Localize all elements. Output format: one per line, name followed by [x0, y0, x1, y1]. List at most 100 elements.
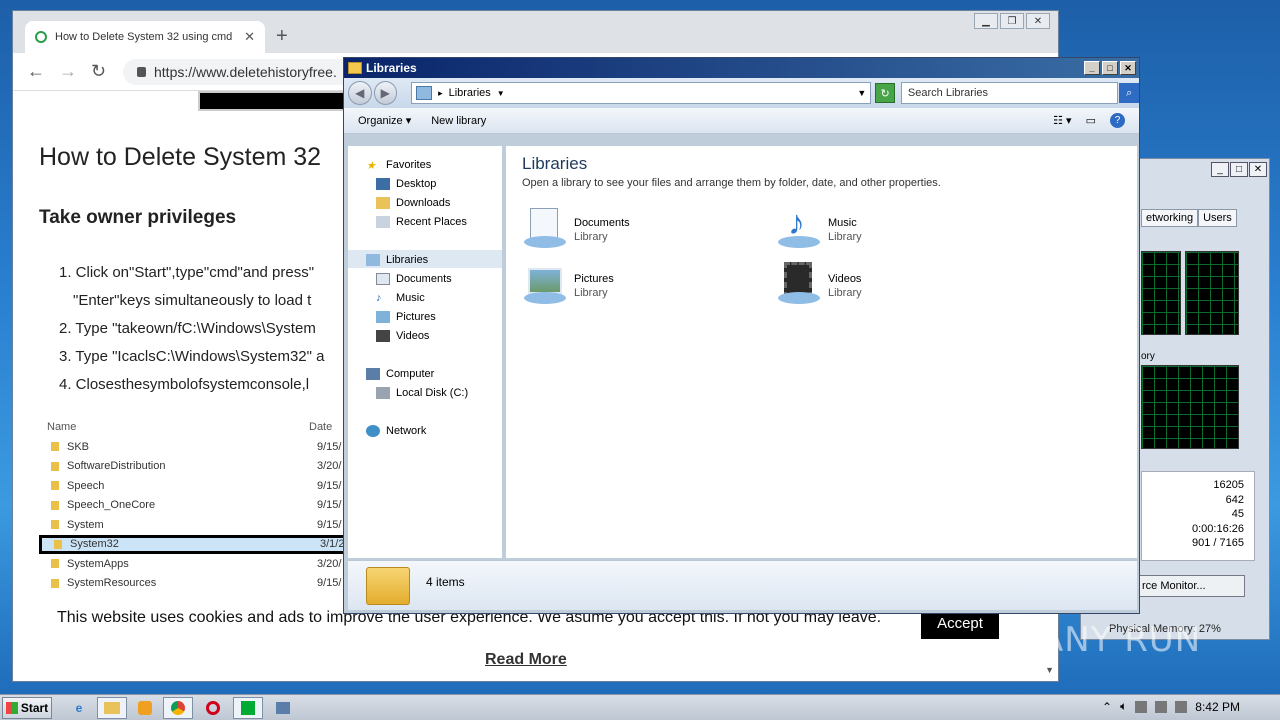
minimize-button[interactable]: ▁ — [974, 13, 998, 29]
libraries-icon — [348, 62, 362, 74]
nav-item-recent-places[interactable]: Recent Places — [376, 213, 467, 231]
close-button[interactable]: ✕ — [1026, 13, 1050, 29]
stat-value: 45 — [1231, 508, 1244, 520]
start-button[interactable]: Start — [2, 697, 52, 719]
address-bar[interactable]: ▸ Libraries ▼ ▼ — [411, 82, 872, 104]
opera-icon[interactable] — [198, 697, 228, 719]
restore-button[interactable]: ❐ — [1000, 13, 1024, 29]
nav-item-desktop[interactable]: Desktop — [376, 175, 436, 193]
system-tray: ⌃ 🔈︎ 8:42 PM — [1102, 699, 1240, 714]
nav-item-music[interactable]: ♪ Music — [376, 289, 425, 307]
refresh-icon[interactable]: ↻ — [875, 83, 895, 103]
nav-item-documents[interactable]: Documents — [376, 270, 452, 288]
folder-icon — [51, 461, 59, 471]
stat-value: 0:00:16:26 — [1192, 522, 1244, 535]
steps-list: 1. Click on"Start",type"cmd"and press" "… — [59, 259, 324, 399]
lock-icon — [137, 67, 146, 77]
help-icon[interactable]: ? — [1110, 113, 1125, 128]
row-name: SystemResources — [67, 577, 157, 590]
pictures-library-icon — [522, 262, 568, 306]
maximize-button[interactable]: □ — [1230, 162, 1248, 177]
system-stats: 16205 642 45 0:00:16:26 901 / 7165 — [1141, 471, 1255, 561]
volume-icon[interactable]: 🔈︎ — [1120, 699, 1127, 714]
library-item-videos[interactable]: Videos Library — [776, 262, 862, 306]
start-label: Start — [20, 701, 49, 715]
action-center-icon[interactable] — [1155, 700, 1168, 713]
network-status-icon[interactable] — [1135, 700, 1148, 713]
tab-networking[interactable]: etworking — [1141, 209, 1199, 227]
close-tab-icon[interactable]: ✕ — [244, 29, 255, 45]
media-player-icon[interactable] — [130, 697, 160, 719]
library-item-pictures[interactable]: Pictures Library — [522, 262, 614, 306]
embedded-screenshot: Name Date SKB 9/15/ SoftwareDistribution 3… — [39, 421, 359, 591]
breadcrumb[interactable]: Libraries — [449, 87, 491, 99]
row-date: 3/20/ — [317, 557, 342, 570]
nav-item-favorites[interactable]: ★ Favorites — [366, 156, 431, 174]
explorer-taskbar-icon[interactable] — [97, 697, 127, 719]
minimize-button[interactable]: _ — [1211, 162, 1229, 177]
row-date: 9/15/ — [317, 479, 342, 492]
tab-users[interactable]: Users — [1198, 209, 1237, 227]
ie-icon[interactable]: e — [64, 697, 94, 719]
library-name: Videos — [828, 273, 862, 285]
memory-history-label: ory — [1141, 351, 1155, 362]
table-row: Speech_OneCore 9/15/ — [39, 496, 359, 516]
libraries-icon — [366, 254, 380, 266]
cpu-graph — [1141, 251, 1181, 335]
close-button[interactable]: ✕ — [1120, 61, 1136, 75]
library-name: Music — [828, 217, 857, 229]
library-item-documents[interactable]: Documents Library — [522, 206, 630, 250]
resource-monitor-button[interactable]: rce Monitor... — [1139, 575, 1245, 597]
chrome-icon[interactable] — [163, 697, 193, 719]
clock[interactable]: 8:42 PM — [1195, 700, 1240, 714]
table-row: SKB 9/15/ — [39, 437, 359, 457]
windows-logo-icon — [5, 702, 18, 714]
nav-item-downloads[interactable]: Downloads — [376, 194, 450, 212]
new-library-button[interactable]: New library — [431, 115, 486, 127]
show-hidden-icons-icon[interactable]: ⌃ — [1102, 700, 1112, 714]
network-taskbar-icon[interactable] — [268, 697, 298, 719]
row-date: 9/15/ — [317, 440, 342, 453]
scroll-down-icon[interactable]: ▼ — [1045, 665, 1054, 675]
reload-icon[interactable]: ↻ — [91, 61, 106, 82]
nav-item-libraries[interactable]: Libraries — [366, 251, 428, 269]
library-item-music[interactable]: ♪ Music Library — [776, 206, 862, 250]
nav-label: Libraries — [386, 254, 429, 266]
new-tab-icon[interactable]: + — [276, 25, 288, 48]
pictures-icon — [376, 311, 390, 323]
minimize-button[interactable]: _ — [1084, 61, 1100, 75]
organize-menu[interactable]: Organize ▾ — [358, 114, 411, 127]
read-more-link[interactable]: Read More — [485, 651, 567, 669]
search-icon[interactable]: ⌕ — [1119, 83, 1139, 103]
step-item: 3. Type "IcaclsC:\Windows\System32" a — [59, 348, 325, 365]
change-view-icon[interactable]: ☷ ▾ — [1053, 114, 1071, 127]
folder-icon — [366, 567, 410, 605]
search-input[interactable]: Search Libraries — [900, 82, 1119, 104]
row-name: System32 — [70, 538, 119, 551]
nav-label: Documents — [396, 273, 452, 285]
preview-pane-icon[interactable]: ▭ — [1086, 114, 1096, 127]
breadcrumb-dropdown-icon[interactable]: ▼ — [497, 89, 505, 98]
row-date: 9/15/ — [317, 499, 342, 512]
back-icon[interactable]: ◀ — [348, 81, 372, 105]
page-image-strip — [198, 91, 358, 111]
flag-icon[interactable] — [1175, 700, 1188, 713]
library-kind: Library — [828, 231, 862, 243]
table-row: Speech 9/15/ — [39, 476, 359, 496]
libraries-window: Libraries _ □ ✕ ◀ ▶ ▸ Libraries ▼ ▼ ↻ Se… — [343, 57, 1140, 614]
address-history-icon[interactable]: ▼ — [857, 88, 870, 98]
back-icon[interactable]: ← — [27, 61, 45, 82]
nav-item-videos[interactable]: Videos — [376, 327, 429, 345]
nav-item-network[interactable]: Network — [366, 422, 426, 440]
breadcrumb-sep-icon[interactable]: ▸ — [438, 88, 443, 99]
browser-tab[interactable]: How to Delete System 32 using cmd ✕ — [25, 21, 265, 53]
forward-icon[interactable]: → — [59, 61, 77, 82]
close-button[interactable]: ✕ — [1249, 162, 1267, 177]
videos-library-icon — [776, 262, 822, 306]
nav-item-pictures[interactable]: Pictures — [376, 308, 436, 326]
nav-item-computer[interactable]: Computer — [366, 365, 434, 383]
nav-item-local-disk[interactable]: Local Disk (C:) — [376, 384, 468, 402]
task-manager-taskbar-icon[interactable] — [233, 697, 263, 719]
forward-icon[interactable]: ▶ — [373, 81, 398, 105]
maximize-button[interactable]: □ — [1102, 61, 1118, 75]
